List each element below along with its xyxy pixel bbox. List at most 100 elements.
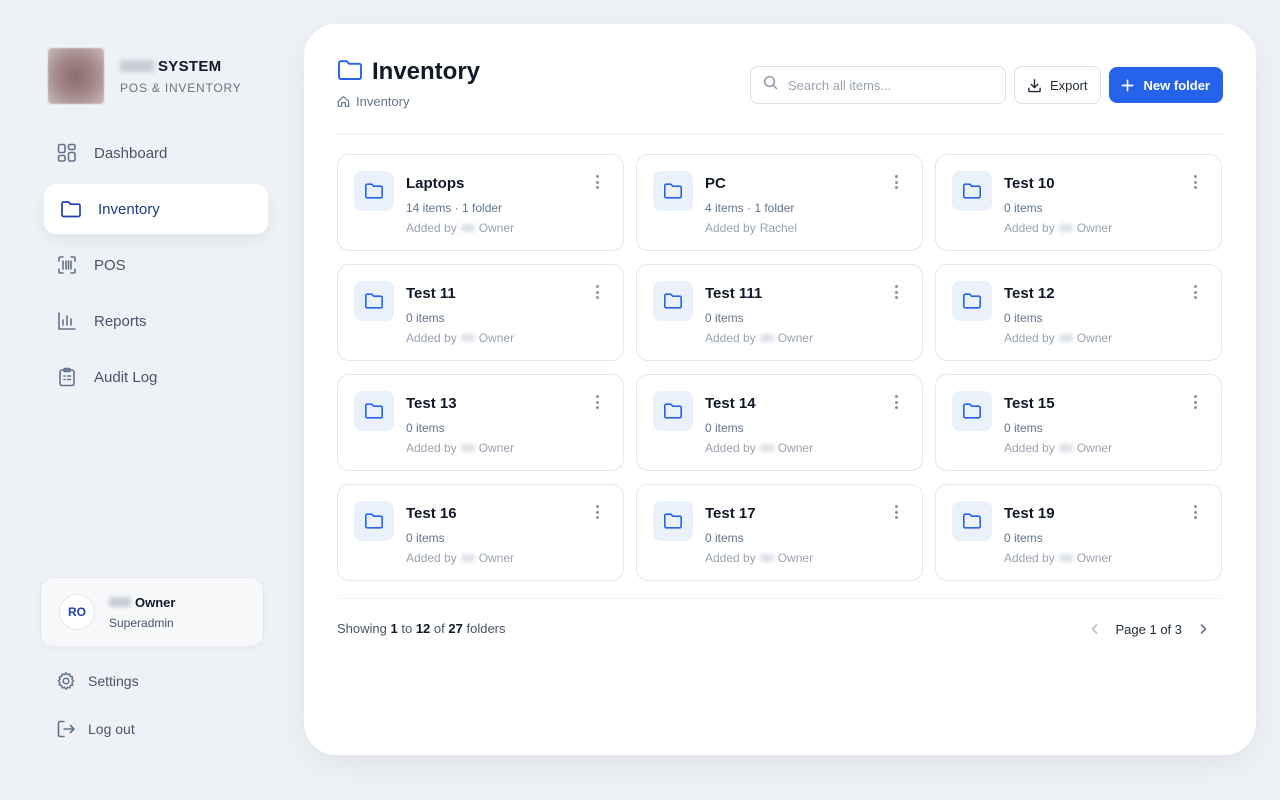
download-icon	[1027, 78, 1042, 93]
brand-title: SYSTEM	[120, 58, 242, 75]
folder-icon	[653, 391, 693, 431]
gear-icon	[56, 671, 76, 691]
more-options-icon[interactable]	[589, 283, 605, 301]
folder-icon	[952, 281, 992, 321]
redacted-text	[759, 554, 774, 562]
more-options-icon[interactable]	[1187, 393, 1203, 411]
page-header: Inventory Inventory	[337, 58, 480, 109]
folder-added-by: Added by Owner	[406, 221, 515, 235]
more-options-icon[interactable]	[1187, 283, 1203, 301]
more-options-icon[interactable]	[589, 503, 605, 521]
folder-card[interactable]: Test 11 0 items Added by Owner	[337, 264, 624, 361]
folder-icon	[354, 501, 394, 541]
folder-icon	[653, 501, 693, 541]
folder-name: Test 16	[406, 505, 457, 522]
more-options-icon[interactable]	[888, 173, 904, 191]
redacted-text	[759, 334, 774, 342]
avatar: RO	[59, 594, 95, 630]
logout-link[interactable]: Log out	[56, 719, 135, 739]
folder-card[interactable]: Test 14 0 items Added by Owner	[636, 374, 923, 471]
next-page-button[interactable]	[1192, 618, 1214, 640]
folder-card[interactable]: Test 13 0 items Added by Owner	[337, 374, 624, 471]
folder-item-count: 0 items	[406, 421, 445, 435]
more-options-icon[interactable]	[589, 393, 605, 411]
folder-card[interactable]: Test 12 0 items Added by Owner	[935, 264, 1222, 361]
user-name: Owner	[109, 595, 175, 610]
folder-card[interactable]: Test 17 0 items Added by Owner	[636, 484, 923, 581]
folder-card[interactable]: Test 10 0 items Added by Owner	[935, 154, 1222, 251]
folder-name: Test 17	[705, 505, 756, 522]
folder-item-count: 0 items	[1004, 531, 1043, 545]
sidebar-item-inventory[interactable]: Inventory	[44, 184, 268, 234]
search-input[interactable]	[787, 77, 988, 93]
user-role: Superadmin	[109, 615, 174, 630]
folder-icon	[354, 281, 394, 321]
search-box	[749, 66, 1006, 104]
folder-name: Test 111	[705, 285, 763, 302]
home-icon[interactable]	[337, 95, 350, 108]
folder-name: Test 14	[705, 395, 756, 412]
new-folder-button[interactable]: New folder	[1108, 67, 1223, 103]
folder-card[interactable]: Test 19 0 items Added by Owner	[935, 484, 1222, 581]
folder-card[interactable]: Test 111 0 items Added by Owner	[636, 264, 923, 361]
folder-added-by: Added by Owner	[1004, 551, 1113, 565]
folder-item-count: 0 items	[1004, 421, 1043, 435]
folder-name: Test 11	[406, 285, 456, 302]
folder-name: Test 12	[1004, 285, 1055, 302]
folder-item-count: 0 items	[1004, 311, 1043, 325]
folder-added-by: Added by Owner	[1004, 331, 1113, 345]
folder-item-count: 0 items	[406, 531, 445, 545]
barcode-scan-icon	[56, 254, 78, 276]
folder-card[interactable]: Laptops 14 items · 1 folder Added by Owner	[337, 154, 624, 251]
folder-name: Test 10	[1004, 175, 1055, 192]
sidebar-item-dashboard[interactable]: Dashboard	[44, 128, 268, 178]
redacted-text	[1058, 554, 1073, 562]
brand-logo	[48, 48, 104, 104]
prev-page-button[interactable]	[1084, 618, 1106, 640]
folder-icon	[653, 171, 693, 211]
folder-card[interactable]: Test 16 0 items Added by Owner	[337, 484, 624, 581]
brand: SYSTEM POS & INVENTORY	[48, 48, 242, 104]
sidebar-item-audit-log[interactable]: Audit Log	[44, 352, 268, 402]
breadcrumb: Inventory	[337, 94, 480, 109]
folder-icon	[952, 501, 992, 541]
results-summary: Showing 1 to 12 of 27 folders	[337, 621, 506, 636]
breadcrumb-current: Inventory	[356, 94, 410, 109]
more-options-icon[interactable]	[888, 503, 904, 521]
folder-added-by: Added by Rachel	[705, 221, 798, 235]
more-options-icon[interactable]	[1187, 503, 1203, 521]
sidebar-item-reports[interactable]: Reports	[44, 296, 268, 346]
folder-grid: Laptops 14 items · 1 folder Added by Owner P…	[337, 154, 1223, 581]
folder-icon	[952, 171, 992, 211]
folder-added-by: Added by Owner	[1004, 221, 1113, 235]
folder-icon	[653, 281, 693, 321]
folder-icon	[354, 171, 394, 211]
more-options-icon[interactable]	[1187, 173, 1203, 191]
folder-icon	[354, 391, 394, 431]
redacted-text	[1058, 334, 1073, 342]
folder-name: PC	[705, 175, 726, 192]
redacted-text	[759, 444, 774, 452]
export-button[interactable]: Export	[1013, 66, 1101, 104]
redacted-text	[460, 224, 475, 232]
redacted-text	[109, 597, 131, 607]
more-options-icon[interactable]	[888, 283, 904, 301]
folder-name: Laptops	[406, 175, 465, 192]
sidebar-item-pos[interactable]: POS	[44, 240, 268, 290]
folder-added-by: Added by Owner	[406, 331, 515, 345]
divider	[337, 133, 1223, 134]
folder-item-count: 0 items	[705, 531, 744, 545]
folder-added-by: Added by Owner	[705, 331, 814, 345]
more-options-icon[interactable]	[589, 173, 605, 191]
folder-item-count: 14 items · 1 folder	[406, 201, 503, 215]
folder-card[interactable]: Test 15 0 items Added by Owner	[935, 374, 1222, 471]
settings-link[interactable]: Settings	[56, 671, 139, 691]
user-profile-card[interactable]: RO Owner Superadmin	[40, 577, 264, 647]
main-nav: Dashboard Inventory POS Reports Audit Lo…	[44, 128, 268, 408]
folder-added-by: Added by Owner	[406, 551, 515, 565]
folder-item-count: 0 items	[705, 421, 744, 435]
folder-card[interactable]: PC 4 items · 1 folder Added by Rachel	[636, 154, 923, 251]
more-options-icon[interactable]	[888, 393, 904, 411]
logout-icon	[56, 719, 76, 739]
folder-icon	[60, 198, 82, 220]
